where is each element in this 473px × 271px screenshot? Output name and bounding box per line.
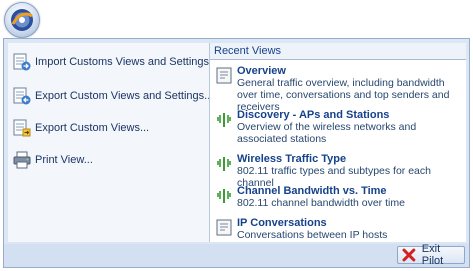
- recent-view-description: Overview of the wireless networks and as…: [237, 121, 417, 145]
- application-menu: Import Customs Views and Settings... Exp…: [3, 38, 470, 268]
- menu-footer: Exit Pilot: [4, 243, 469, 267]
- import-views-menu-item[interactable]: Import Customs Views and Settings...: [12, 49, 218, 75]
- document-icon: [216, 67, 232, 84]
- close-x-icon: [402, 248, 416, 262]
- export-views-label: Export Custom Views...: [35, 122, 150, 134]
- recent-view-item-channel-bandwidth[interactable]: Channel Bandwidth vs. Time 802.11 channe…: [214, 185, 464, 213]
- menu-commands-pane: Import Customs Views and Settings... Exp…: [8, 43, 218, 242]
- recent-view-title: Overview: [237, 65, 286, 77]
- export-views-icon: [13, 119, 31, 137]
- wireless-icon: [217, 113, 231, 127]
- recent-view-title: Discovery - APs and Stations: [237, 109, 390, 121]
- recent-view-description: General traffic overview, including band…: [237, 77, 450, 113]
- export-views-settings-menu-item[interactable]: Export Custom Views and Settings...: [12, 83, 213, 109]
- recent-view-item-ip-conversations[interactable]: IP Conversations Conversations between I…: [214, 217, 464, 243]
- application-menu-button[interactable]: [4, 2, 40, 38]
- exit-pilot-label: Exit Pilot: [421, 243, 444, 267]
- export-views-settings-icon: [13, 87, 31, 105]
- wireless-icon: [217, 189, 231, 203]
- recent-views-header: Recent Views: [210, 43, 466, 60]
- recent-view-item-overview[interactable]: Overview General traffic overview, inclu…: [214, 65, 464, 113]
- recent-view-item-wireless-traffic[interactable]: Wireless Traffic Type 802.11 traffic typ…: [214, 153, 464, 189]
- document-icon: [216, 219, 232, 236]
- print-view-menu-item[interactable]: Print View...: [12, 147, 208, 173]
- export-views-menu-item[interactable]: Export Custom Views...: [12, 115, 208, 141]
- import-views-label: Import Customs Views and Settings...: [35, 56, 219, 68]
- recent-views-pane: Recent Views Overview General traffic ov…: [210, 43, 466, 242]
- recent-view-description: 802.11 channel bandwidth over time: [237, 197, 405, 209]
- import-views-icon: [13, 53, 31, 71]
- recent-view-item-discovery[interactable]: Discovery - APs and Stations Overview of…: [214, 109, 464, 149]
- wireless-icon: [217, 157, 231, 171]
- print-view-label: Print View...: [35, 154, 93, 166]
- exit-pilot-button[interactable]: Exit Pilot: [397, 243, 465, 267]
- export-views-settings-label: Export Custom Views and Settings...: [35, 90, 214, 102]
- recent-view-title: Channel Bandwidth vs. Time: [237, 185, 387, 197]
- printer-icon: [13, 151, 31, 169]
- pilot-logo-icon: [11, 9, 33, 31]
- recent-view-title: Wireless Traffic Type: [237, 153, 347, 165]
- recent-view-description: Conversations between IP hosts: [237, 229, 388, 241]
- recent-view-title: IP Conversations: [237, 217, 327, 229]
